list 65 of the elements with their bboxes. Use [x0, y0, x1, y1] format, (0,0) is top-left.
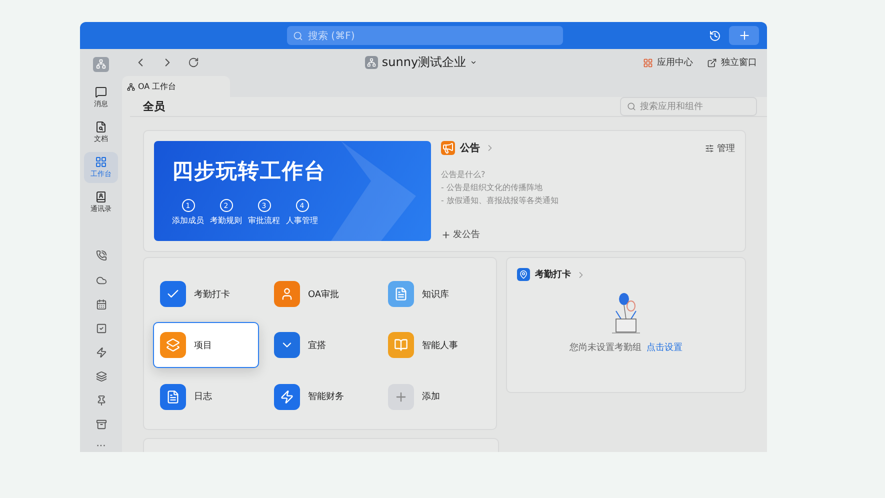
notice-text: - 放假通知、喜报战报等各类通知 [441, 195, 560, 206]
app-item[interactable]: 知识库 [381, 271, 487, 317]
search-icon [293, 30, 303, 40]
toolbar-action[interactable]: 独立窗口 [707, 56, 757, 69]
refresh-icon[interactable] [188, 57, 199, 68]
history-icon[interactable] [709, 30, 721, 42]
add-button[interactable] [729, 26, 759, 45]
grid-icon [643, 58, 653, 68]
org-icon[interactable] [93, 57, 109, 72]
setup-link[interactable]: 点击设置 [646, 341, 682, 354]
app-icon [160, 332, 186, 358]
app-icon [388, 281, 414, 307]
tab[interactable]: OA 工作台 [122, 76, 230, 97]
app-icon [388, 384, 414, 410]
step-label: 考勤规则 [210, 215, 242, 226]
empty-message: 您尚未设置考勤组 [570, 342, 642, 354]
phone-icon[interactable] [96, 250, 106, 262]
layers-icon[interactable] [96, 371, 106, 382]
notice-title[interactable]: 公告 [460, 141, 480, 155]
megaphone-icon [441, 141, 455, 155]
app-item[interactable]: 日志 [153, 374, 259, 420]
grid-icon [95, 156, 107, 168]
message-icon [95, 86, 107, 98]
org-icon [127, 82, 135, 90]
company-name[interactable]: sunny测试企业 [382, 54, 466, 71]
search-icon [627, 102, 636, 111]
app-item[interactable]: 项目 [153, 322, 259, 368]
app-item[interactable]: 智能人事 [381, 322, 487, 368]
page-title: 全员 [143, 99, 165, 114]
app-icon [274, 281, 300, 307]
step-label: 人事管理 [286, 215, 318, 226]
notice-text: - 公告是组织文化的传播阵地 [441, 182, 544, 193]
caret-icon[interactable] [470, 59, 478, 66]
step-label: 审批流程 [248, 215, 280, 226]
box-icon[interactable] [96, 419, 106, 430]
plus-icon [738, 29, 750, 42]
sliders-icon [705, 144, 714, 152]
bolt-icon[interactable] [96, 347, 106, 358]
calendar-icon[interactable] [96, 298, 106, 310]
app-icon [160, 281, 186, 307]
contacts-icon [95, 190, 107, 203]
window-icon [707, 58, 717, 68]
app-icon [274, 332, 300, 358]
pin-icon[interactable] [96, 395, 106, 406]
org-shape [96, 59, 106, 70]
app-item[interactable]: OA审批 [267, 271, 373, 317]
banner-title: 四步玩转工作台 [172, 158, 327, 185]
app-icon [388, 332, 414, 358]
app-icon [274, 384, 300, 410]
step-label: 添加成员 [172, 215, 204, 226]
toolbar-action[interactable]: 应用中心 [643, 56, 693, 69]
app-item[interactable]: 智能财务 [267, 374, 373, 420]
app-item[interactable]: 添加 [381, 374, 487, 420]
post-notice-button[interactable]: 发公告 [441, 228, 735, 241]
app-icon [160, 384, 186, 410]
app-item[interactable]: 宜搭 [267, 322, 373, 368]
plus-icon [441, 230, 451, 240]
card-title[interactable]: 考勤打卡 [535, 268, 571, 281]
manage-button[interactable]: 管理 [705, 142, 735, 154]
cloud-icon[interactable] [96, 274, 106, 286]
doc-icon [95, 120, 107, 133]
app-item[interactable]: 考勤打卡 [153, 271, 259, 317]
more-button[interactable]: ··· [96, 441, 106, 452]
notice-text: 公告是什么? [441, 169, 486, 180]
todo-icon[interactable] [96, 322, 106, 334]
